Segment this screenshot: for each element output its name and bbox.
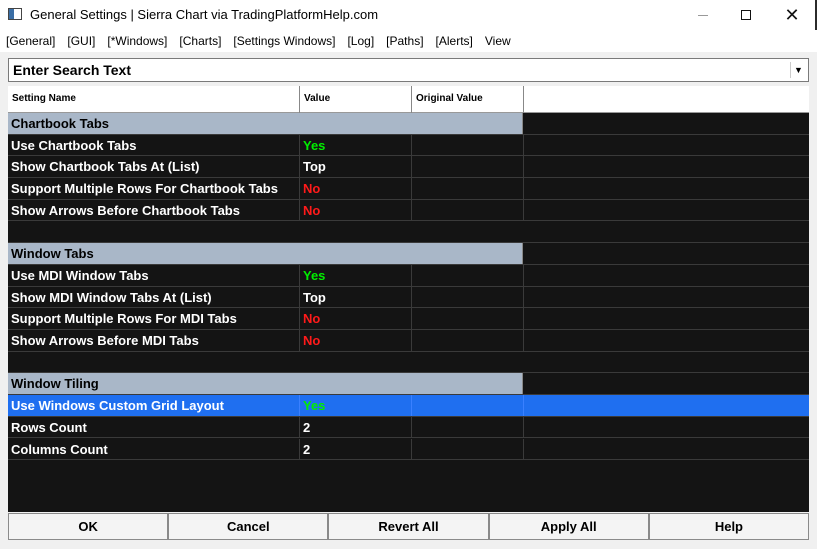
setting-value[interactable]: No: [300, 199, 412, 221]
setting-value[interactable]: No: [300, 330, 412, 351]
setting-name: Columns Count: [8, 438, 300, 460]
setting-original-value: [412, 134, 524, 156]
revert-all-button[interactable]: Revert All: [328, 513, 489, 540]
chevron-down-icon[interactable]: ▼: [790, 62, 806, 78]
grid-header: Setting Name Value Original Value: [8, 86, 809, 113]
setting-row[interactable]: Show Arrows Before MDI Tabs No: [8, 330, 809, 352]
setting-name: Support Multiple Rows For Chartbook Tabs: [8, 178, 300, 199]
setting-value[interactable]: Yes: [300, 395, 412, 416]
menu-log[interactable]: [Log]: [347, 34, 374, 48]
setting-name: Show Arrows Before MDI Tabs: [8, 330, 300, 351]
setting-row[interactable]: Show Arrows Before Chartbook Tabs No: [8, 199, 809, 222]
menu-alerts[interactable]: [Alerts]: [436, 34, 473, 48]
maximize-icon: [741, 10, 751, 20]
cancel-button[interactable]: Cancel: [168, 513, 329, 540]
setting-row[interactable]: Use MDI Window Tabs Yes: [8, 264, 809, 287]
setting-original-value: [412, 438, 524, 460]
setting-value[interactable]: No: [300, 178, 412, 199]
group-label: Window Tiling: [8, 373, 523, 395]
column-header-value[interactable]: Value: [300, 86, 412, 113]
setting-row[interactable]: Show Chartbook Tabs At (List) Top: [8, 156, 809, 179]
setting-name: Show MDI Window Tabs At (List): [8, 286, 300, 308]
setting-value[interactable]: Yes: [300, 264, 412, 286]
setting-name: Show Arrows Before Chartbook Tabs: [8, 199, 300, 221]
setting-row-selected[interactable]: Use Windows Custom Grid Layout Yes: [8, 395, 809, 417]
setting-row[interactable]: Rows Count 2: [8, 416, 809, 439]
setting-name: Use Chartbook Tabs: [8, 134, 300, 156]
menu-charts[interactable]: [Charts]: [179, 34, 221, 48]
setting-original-value: [412, 178, 524, 199]
setting-original-value: [412, 264, 524, 286]
menu-settings-windows[interactable]: [Settings Windows]: [233, 34, 335, 48]
setting-name: Use Windows Custom Grid Layout: [8, 395, 300, 416]
window-title: General Settings | Sierra Chart via Trad…: [30, 7, 379, 22]
blank-row: [8, 222, 809, 244]
setting-name: Show Chartbook Tabs At (List): [8, 156, 300, 178]
setting-name: Use MDI Window Tabs: [8, 264, 300, 286]
group-row: Window Tabs: [8, 243, 809, 265]
close-button[interactable]: ✕: [769, 0, 815, 30]
group-row: Window Tiling: [8, 373, 809, 396]
setting-value[interactable]: Top: [300, 286, 412, 308]
setting-original-value: [412, 395, 524, 416]
setting-name: Support Multiple Rows For MDI Tabs: [8, 308, 300, 329]
menu-view[interactable]: View: [485, 34, 511, 48]
help-button[interactable]: Help: [648, 513, 810, 540]
app-icon: [8, 8, 22, 20]
search-input[interactable]: [9, 59, 789, 81]
button-bar: OK Cancel Revert All Apply All Help: [8, 513, 810, 540]
setting-original-value: [412, 308, 524, 329]
setting-name: Rows Count: [8, 416, 300, 438]
setting-value[interactable]: Yes: [300, 134, 412, 156]
setting-value[interactable]: No: [300, 308, 412, 329]
setting-original-value: [412, 199, 524, 221]
settings-window: General Settings | Sierra Chart via Trad…: [0, 0, 817, 549]
setting-row[interactable]: Use Chartbook Tabs Yes: [8, 134, 809, 157]
menu-bar: [General] [GUI] [*Windows] [Charts] [Set…: [0, 30, 817, 52]
setting-value[interactable]: 2: [300, 438, 412, 460]
group-label: Chartbook Tabs: [8, 113, 523, 134]
minimize-icon: [698, 14, 708, 16]
column-header-setting-name[interactable]: Setting Name: [8, 86, 300, 113]
setting-value[interactable]: 2: [300, 416, 412, 438]
setting-row[interactable]: Support Multiple Rows For MDI Tabs No: [8, 308, 809, 330]
apply-all-button[interactable]: Apply All: [488, 513, 649, 540]
setting-original-value: [412, 330, 524, 351]
menu-windows[interactable]: [*Windows]: [107, 34, 167, 48]
group-label: Window Tabs: [8, 243, 523, 264]
setting-original-value: [412, 156, 524, 178]
menu-paths[interactable]: [Paths]: [386, 34, 423, 48]
maximize-button[interactable]: [723, 0, 769, 30]
settings-grid[interactable]: Setting Name Value Original Value Chartb…: [8, 86, 809, 512]
ok-button[interactable]: OK: [8, 513, 169, 540]
setting-row[interactable]: Columns Count 2: [8, 438, 809, 461]
setting-original-value: [412, 286, 524, 308]
group-row: Chartbook Tabs: [8, 113, 809, 135]
column-header-original-value[interactable]: Original Value: [412, 86, 524, 113]
setting-row[interactable]: Support Multiple Rows For Chartbook Tabs…: [8, 178, 809, 200]
blank-row: [8, 352, 809, 374]
menu-general[interactable]: [General]: [6, 34, 55, 48]
menu-gui[interactable]: [GUI]: [67, 34, 95, 48]
close-icon: ✕: [784, 4, 800, 25]
setting-value[interactable]: Top: [300, 156, 412, 178]
search-combobox[interactable]: ▼: [8, 58, 809, 82]
minimize-button[interactable]: [680, 0, 726, 30]
setting-original-value: [412, 416, 524, 438]
setting-row[interactable]: Show MDI Window Tabs At (List) Top: [8, 286, 809, 309]
title-bar[interactable]: General Settings | Sierra Chart via Trad…: [0, 0, 817, 30]
